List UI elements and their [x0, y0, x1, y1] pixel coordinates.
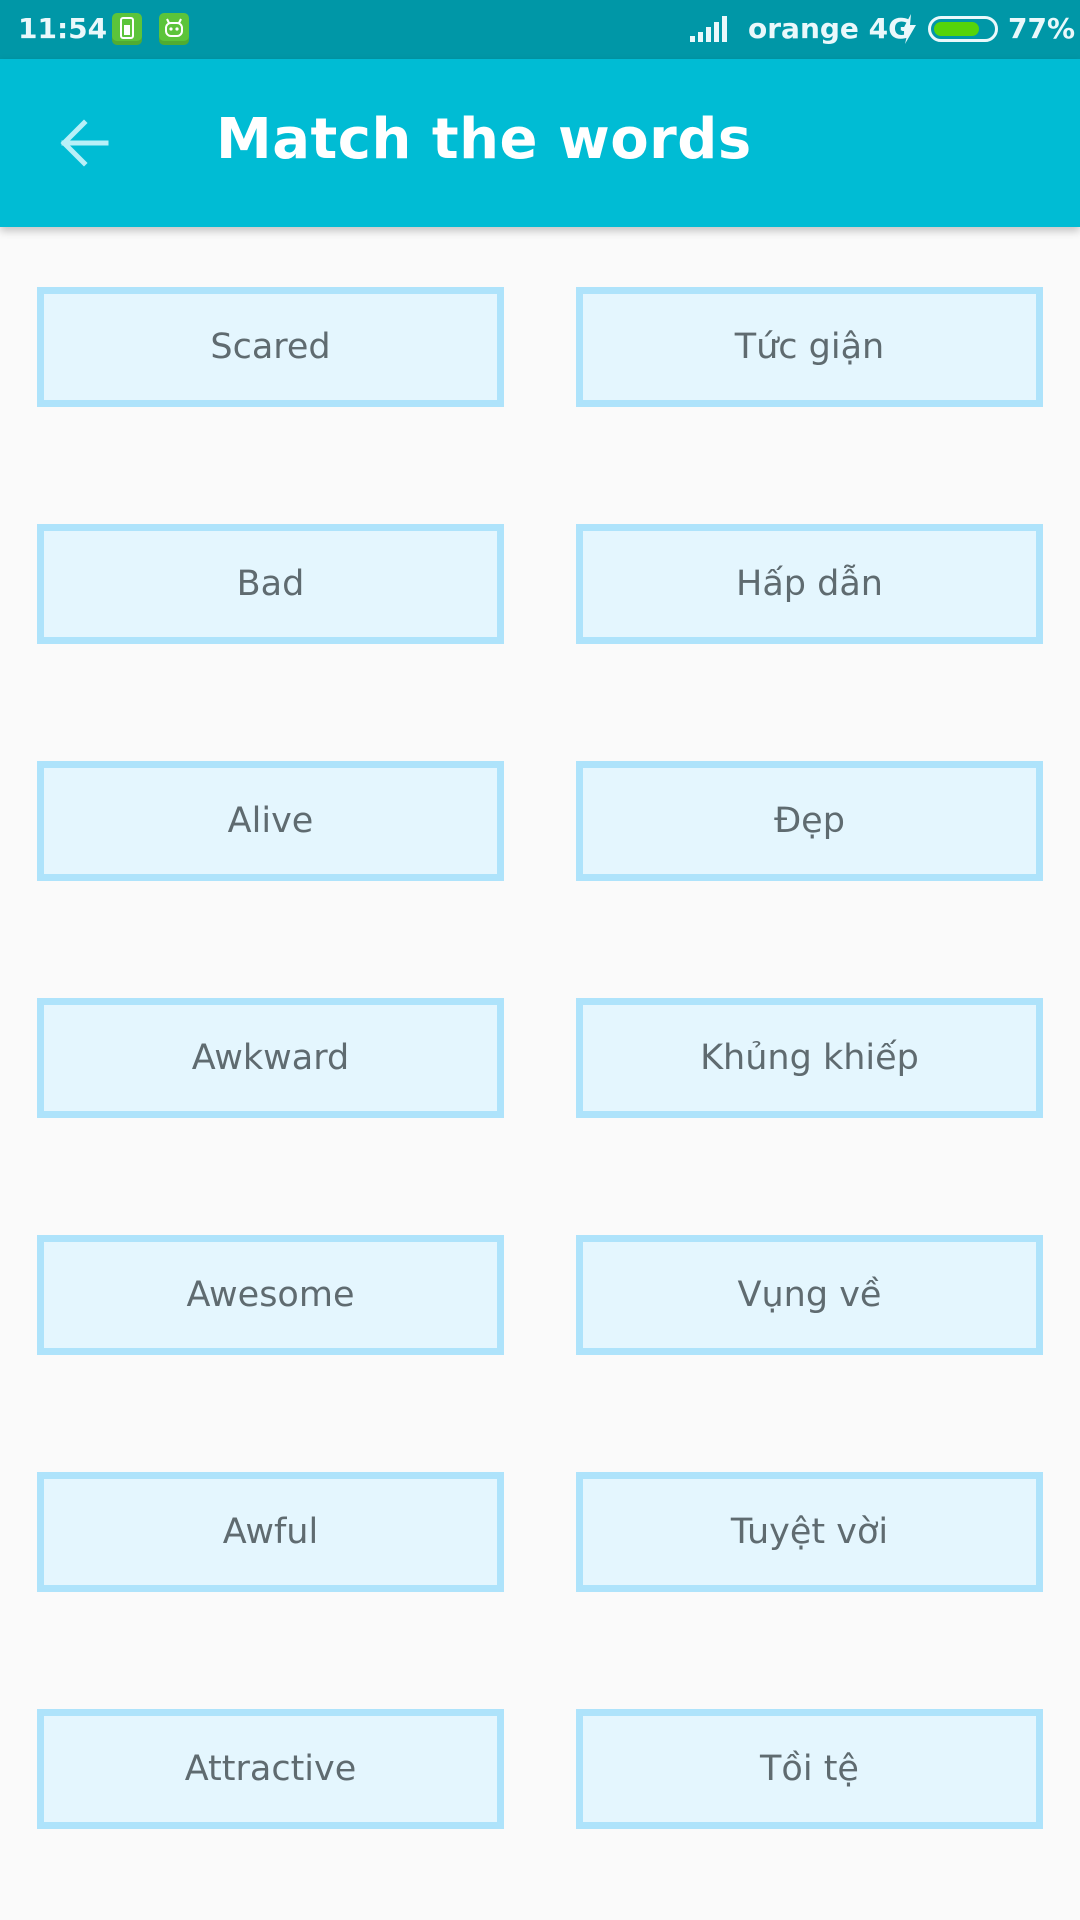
carrier-label: orange 4G	[748, 12, 912, 45]
word-card-vietnamese[interactable]: Tồi tệ	[576, 1709, 1043, 1829]
word-card-english[interactable]: Alive	[37, 761, 504, 881]
word-card-english[interactable]: Bad	[37, 524, 504, 644]
word-match-grid: Scared Tức giận Bad Hấp dẫn Alive Đẹp Aw…	[37, 287, 1043, 1829]
back-button[interactable]	[40, 99, 128, 187]
arrow-left-icon	[60, 119, 109, 167]
word-card-vietnamese[interactable]: Khủng khiếp	[576, 998, 1043, 1118]
word-card-english[interactable]: Awesome	[37, 1235, 504, 1355]
word-card-vietnamese[interactable]: Tức giận	[576, 287, 1043, 407]
word-card-vietnamese[interactable]: Tuyệt vời	[576, 1472, 1043, 1592]
word-card-vietnamese[interactable]: Hấp dẫn	[576, 524, 1043, 644]
battery-percent: 77%	[1008, 12, 1076, 45]
word-card-vietnamese[interactable]: Vụng về	[576, 1235, 1043, 1355]
page-title: Match the words	[216, 107, 752, 172]
status-bar: 11:54 orange 4G 77%	[0, 0, 1080, 59]
android-notification-icon	[159, 13, 189, 45]
battery-fill	[934, 22, 979, 36]
word-card-english[interactable]: Attractive	[37, 1709, 504, 1829]
word-card-vietnamese[interactable]: Đẹp	[576, 761, 1043, 881]
word-card-english[interactable]: Awkward	[37, 998, 504, 1118]
word-card-english[interactable]: Awful	[37, 1472, 504, 1592]
app-bar: Match the words	[0, 59, 1080, 227]
status-time: 11:54	[18, 12, 108, 45]
word-card-english[interactable]: Scared	[37, 287, 504, 407]
signal-icon	[690, 16, 732, 49]
battery-icon	[928, 16, 998, 42]
sim-notification-icon	[112, 13, 142, 45]
charging-bolt-icon	[900, 14, 918, 51]
